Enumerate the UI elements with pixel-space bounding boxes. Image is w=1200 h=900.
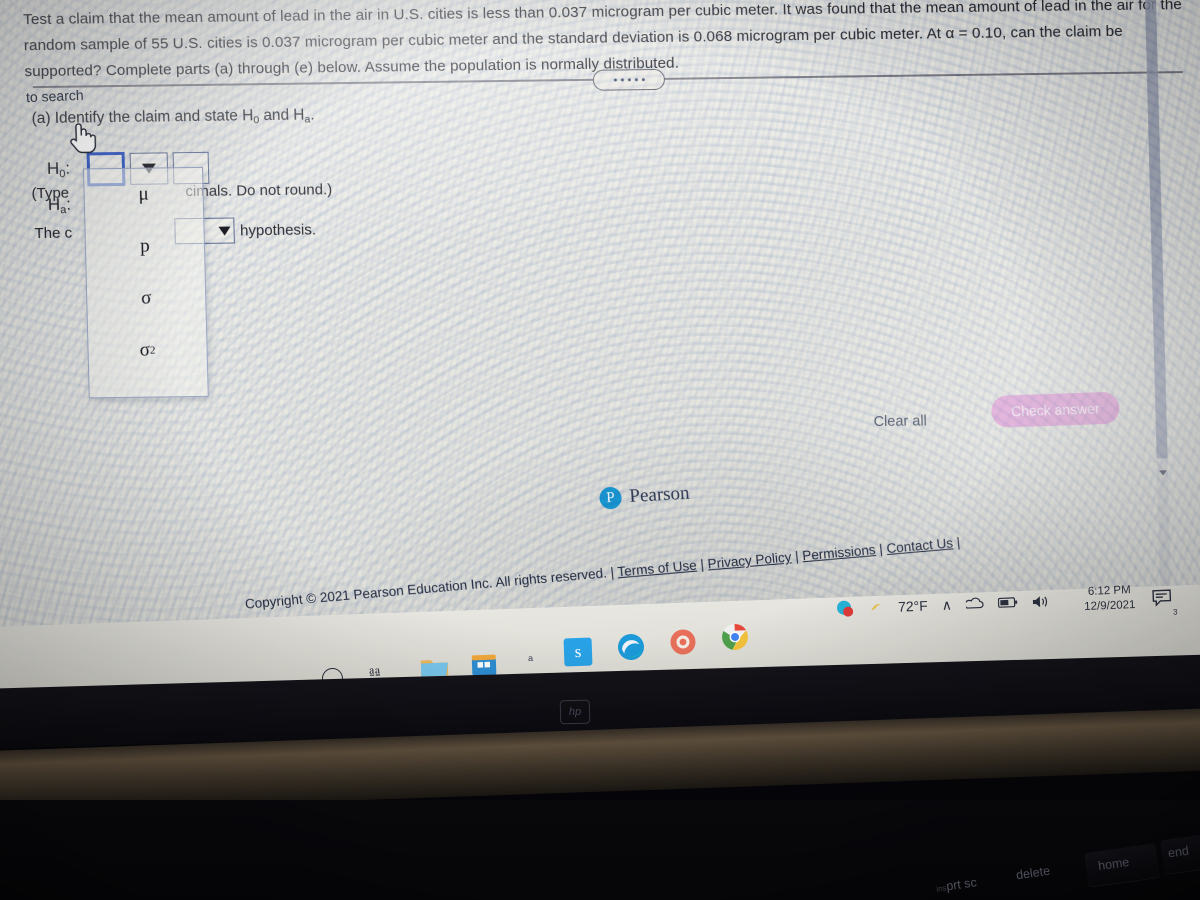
parameter-dropdown-menu[interactable]: μ p σ σ2 bbox=[82, 166, 209, 399]
terms-of-use-link[interactable]: Terms of Use bbox=[617, 558, 698, 580]
volume-icon[interactable] bbox=[1032, 593, 1051, 609]
notifications-icon[interactable]: 3 bbox=[1152, 588, 1178, 617]
weather-temperature[interactable]: 72°F bbox=[898, 598, 928, 615]
snip-tool-icon[interactable]: ѕ bbox=[563, 637, 593, 667]
part-a-prompt-mid: and H bbox=[258, 106, 305, 125]
hp-logo: hp bbox=[559, 699, 591, 725]
contact-us-link[interactable]: Contact Us bbox=[886, 535, 954, 556]
show-hidden-icons-chevron[interactable]: ∧ bbox=[941, 596, 952, 613]
dropdown-option-sigma-squared[interactable]: σ2 bbox=[88, 324, 207, 378]
permissions-link[interactable]: Permissions bbox=[802, 542, 877, 563]
taskbar-clock[interactable]: 6:12 PM 12/9/2021 bbox=[1083, 583, 1136, 615]
pearson-mark-icon: P bbox=[598, 486, 623, 510]
laptop-screen-photo: Test a claim that the mean amount of lea… bbox=[0, 0, 1200, 900]
taskbar-search-placeholder[interactable]: to search bbox=[26, 87, 84, 105]
privacy-policy-link[interactable]: Privacy Policy bbox=[707, 549, 792, 571]
dropdown-option-p[interactable]: p bbox=[85, 220, 204, 274]
taskbar-letter-a-icon[interactable]: a bbox=[528, 653, 533, 663]
type-instruction-tail: cimals. Do not round.) bbox=[185, 181, 333, 201]
onedrive-icon[interactable] bbox=[965, 596, 985, 611]
vertical-scrollbar[interactable] bbox=[1144, 0, 1171, 591]
dot-icon bbox=[634, 78, 638, 82]
ms-account-icon[interactable] bbox=[836, 599, 855, 618]
clear-all-button[interactable]: Clear all bbox=[873, 413, 927, 430]
alpha-value: α = 0.10 bbox=[945, 24, 1003, 43]
claim-prefix-text: The c bbox=[34, 224, 73, 242]
dot-icon bbox=[641, 78, 645, 82]
dot-icon bbox=[620, 78, 624, 82]
dot-icon bbox=[613, 78, 617, 82]
type-instruction-prefix: (Type bbox=[31, 184, 70, 203]
browser-page: Test a claim that the mean amount of lea… bbox=[0, 0, 1200, 674]
pearson-logo: P Pearson bbox=[598, 482, 691, 510]
help-links-row: Help me solve this View an example Get m… bbox=[0, 428, 1180, 514]
weather-sun-icon[interactable] bbox=[868, 599, 885, 616]
h0-label: H0: bbox=[46, 158, 71, 181]
chrome-icon[interactable] bbox=[719, 621, 750, 652]
notification-count-badge: 3 bbox=[1172, 607, 1178, 617]
part-a-prompt-text: (a) Identify the claim and state H bbox=[31, 107, 254, 128]
dropdown-option-mu[interactable]: μ bbox=[84, 168, 203, 222]
clock-date: 12/9/2021 bbox=[1084, 599, 1136, 613]
part-a-prompt-end: . bbox=[310, 106, 315, 124]
laptop-keyboard-deck bbox=[0, 800, 1200, 900]
firefox-icon[interactable] bbox=[667, 626, 698, 657]
pearson-wordmark: Pearson bbox=[628, 482, 691, 507]
chevron-down-icon bbox=[217, 226, 231, 236]
dot-icon bbox=[627, 78, 631, 82]
edge-icon[interactable] bbox=[615, 631, 646, 662]
scroll-down-arrow-icon[interactable] bbox=[1158, 470, 1168, 476]
claim-suffix-text: hypothesis. bbox=[239, 220, 317, 239]
problem-line-2a: sample of 55 U.S. cities is 0.037 microg… bbox=[80, 25, 946, 54]
hand-pointer-cursor-icon bbox=[70, 123, 97, 154]
check-answer-button[interactable]: Check answer bbox=[990, 391, 1121, 428]
end-key[interactable]: end bbox=[1167, 844, 1190, 861]
battery-icon[interactable] bbox=[997, 596, 1018, 609]
dropdown-option-sigma[interactable]: σ bbox=[87, 272, 206, 326]
more-options-dots-button[interactable] bbox=[592, 68, 666, 91]
copyright-text: Copyright © 2021 Pearson Education Inc. … bbox=[244, 565, 608, 612]
